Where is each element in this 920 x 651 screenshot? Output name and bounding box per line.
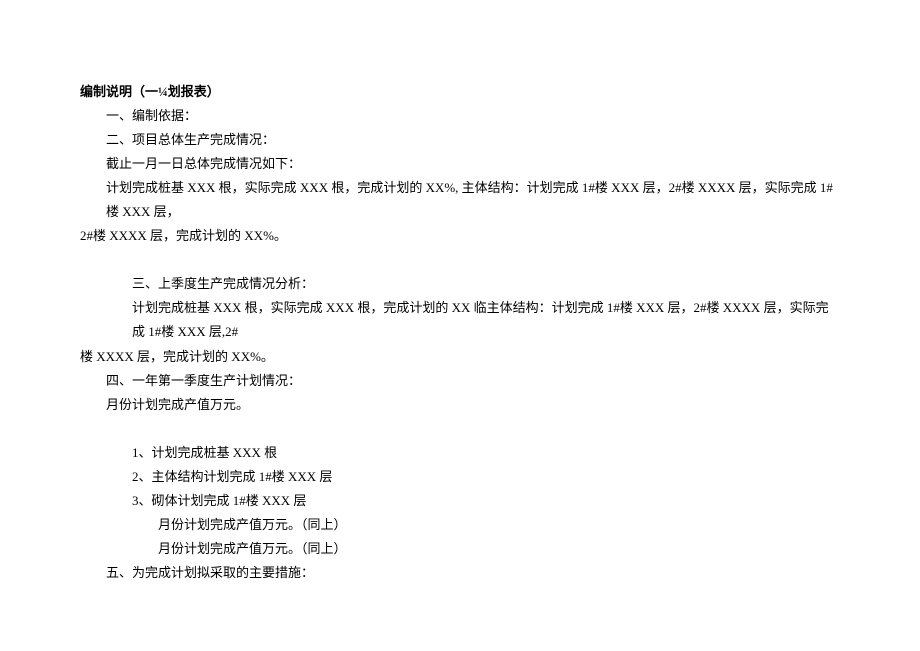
- section-3-line-1: 计划完成桩基 XXX 根，实际完成 XXX 根，完成计划的 XX 临主体结构：计…: [80, 296, 840, 344]
- section-4-heading: 四、一年第一季度生产计划情况：: [80, 369, 840, 393]
- section-4-item-3: 3、砌体计划完成 1#楼 XXX 层: [80, 489, 840, 513]
- document-title: 编制说明（一¼划报表）: [80, 80, 840, 104]
- section-2-line-2: 计划完成桩基 XXX 根，实际完成 XXX 根，完成计划的 XX%, 主体结构：…: [80, 176, 840, 224]
- section-4-item-2: 2、主体结构计划完成 1#楼 XXX 层: [80, 465, 840, 489]
- spacer: [80, 417, 840, 441]
- spacer: [80, 248, 840, 272]
- section-2-line-1: 截止一月一日总体完成情况如下：: [80, 152, 840, 176]
- section-4-line-1: 月份计划完成产值万元。: [80, 393, 840, 417]
- section-3-line-2: 楼 XXXX 层，完成计划的 XX%。: [80, 345, 840, 369]
- section-4-item-1: 1、计划完成桩基 XXX 根: [80, 441, 840, 465]
- section-3-heading: 三、上季度生产完成情况分析：: [80, 272, 840, 296]
- section-1-heading: 一、编制依据：: [80, 104, 840, 128]
- section-4-item-3-sub-1: 月份计划完成产值万元。（同上）: [80, 513, 840, 537]
- section-5-heading: 五、为完成计划拟采取的主要措施：: [80, 561, 840, 585]
- section-2-heading: 二、项目总体生产完成情况：: [80, 128, 840, 152]
- section-2-line-3: 2#楼 XXXX 层，完成计划的 XX%。: [80, 224, 840, 248]
- section-4-item-3-sub-2: 月份计划完成产值万元。（同上）: [80, 537, 840, 561]
